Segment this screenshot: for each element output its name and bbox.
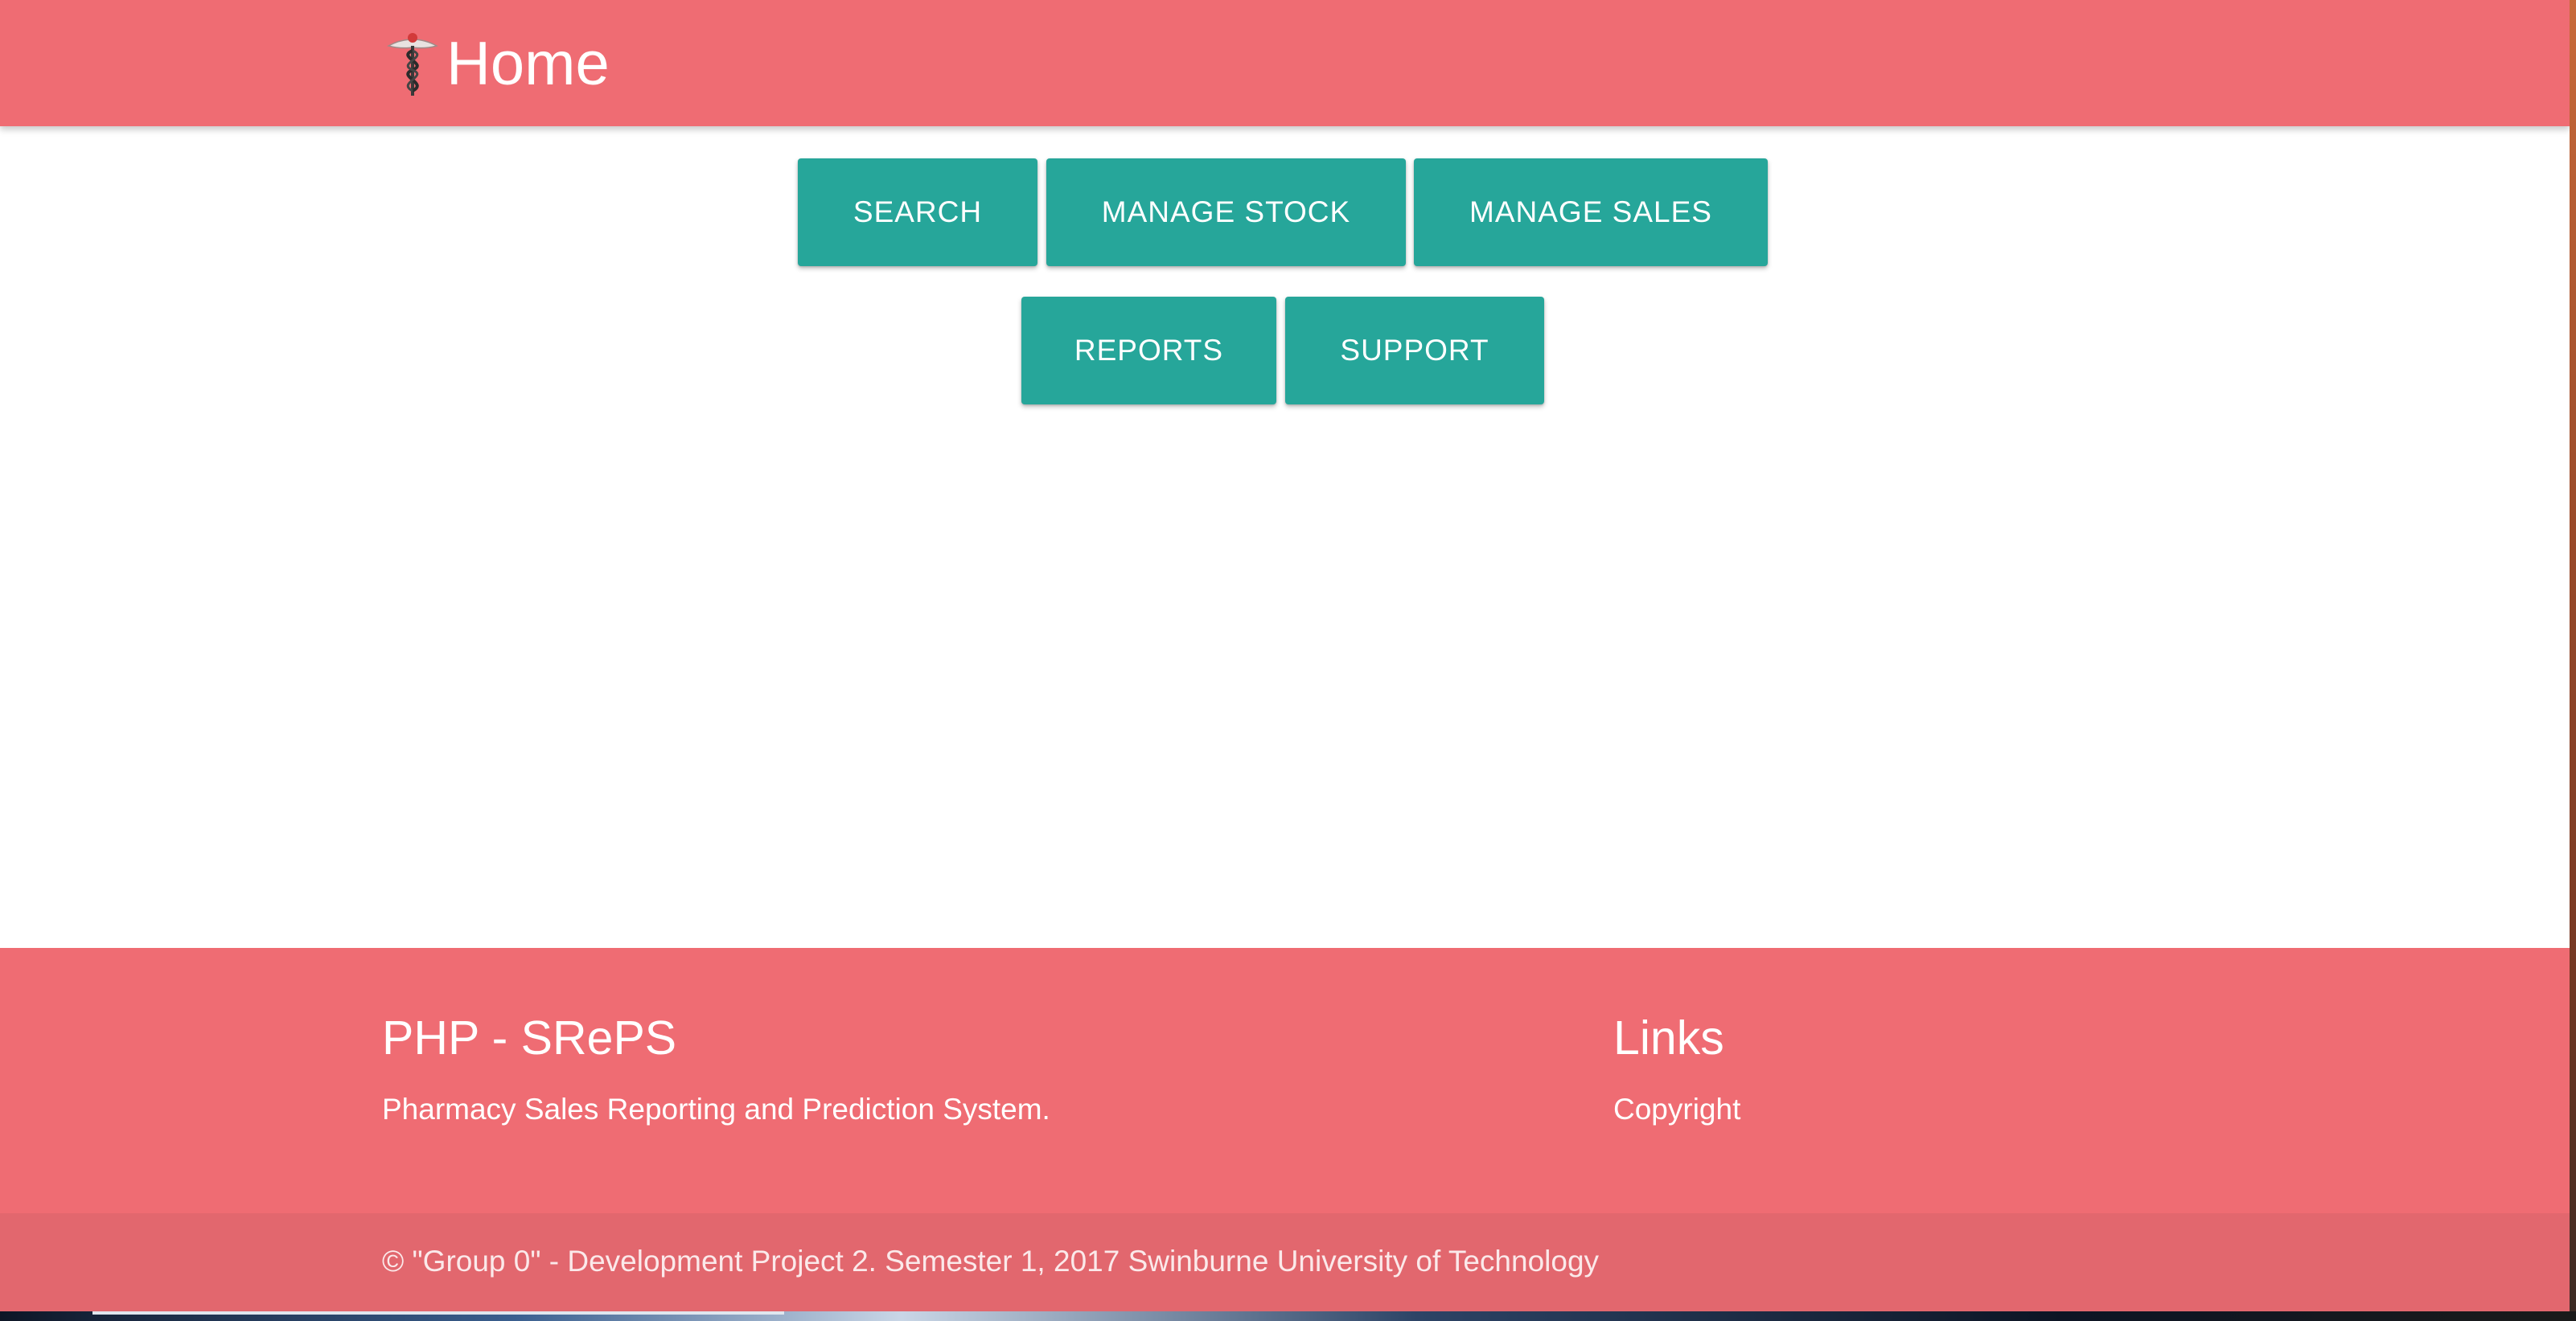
footer-brand-description: Pharmacy Sales Reporting and Prediction … — [382, 1092, 1050, 1126]
taskbar-edge — [0, 1311, 2576, 1321]
footer-copyright-bar: © "Group 0" - Development Project 2. Sem… — [0, 1213, 2570, 1311]
footer-about: PHP - SRePS Pharmacy Sales Reporting and… — [382, 1012, 1347, 1127]
page: Home SEARCH MANAGE STOCK MANAGE SALES RE… — [0, 0, 2570, 1311]
page-title: Home — [446, 30, 610, 98]
manage-sales-button[interactable]: MANAGE SALES — [1414, 158, 1768, 266]
caduceus-icon — [387, 33, 438, 96]
footer-links: Links Copyright — [1613, 1012, 2337, 1127]
footer-links-heading: Links — [1613, 1011, 1724, 1065]
footer-brand-heading: PHP - SRePS — [382, 1011, 677, 1065]
page-footer: PHP - SRePS Pharmacy Sales Reporting and… — [0, 948, 2570, 1311]
copyright-link[interactable]: Copyright — [1613, 1092, 1740, 1127]
reports-button[interactable]: REPORTS — [1021, 297, 1276, 404]
manage-stock-button[interactable]: MANAGE STOCK — [1046, 158, 1406, 266]
taskbar-highlight — [92, 1311, 784, 1315]
support-button[interactable]: SUPPORT — [1285, 297, 1544, 404]
brand-logo-link[interactable]: Home — [380, 16, 610, 113]
desktop-background-edge — [2570, 0, 2576, 1321]
search-button[interactable]: SEARCH — [798, 158, 1037, 266]
navbar: Home — [0, 0, 2570, 126]
copyright-text: © "Group 0" - Development Project 2. Sem… — [382, 1245, 1600, 1278]
